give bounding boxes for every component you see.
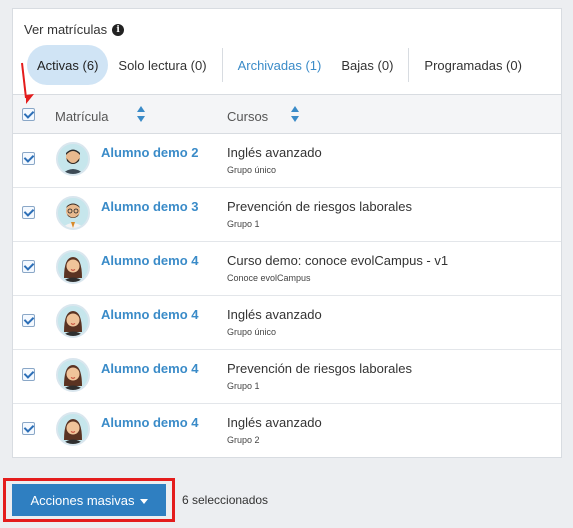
bulk-actions-label: Acciones masivas — [30, 492, 135, 508]
male-glasses-avatar-icon — [56, 196, 90, 230]
sort-matricula-icon[interactable] — [136, 105, 146, 123]
tab-divider — [408, 48, 410, 82]
table-row: Alumno demo 4 Prevención de riesgos labo… — [13, 350, 561, 404]
group-name: Grupo único — [227, 327, 277, 337]
annotation-arrow-icon — [21, 62, 34, 104]
info-icon[interactable]: i — [112, 23, 125, 36]
course-name: Inglés avanzado — [227, 415, 322, 430]
group-name: Grupo 1 — [227, 381, 260, 391]
table-row: Alumno demo 2 Inglés avanzado Grupo únic… — [13, 134, 561, 188]
course-name: Prevención de riesgos laborales — [227, 361, 412, 376]
course-name: Inglés avanzado — [227, 145, 322, 160]
status-tabs: Activas (6) Solo lectura (0) Archivadas … — [27, 45, 532, 85]
female-avatar-icon — [56, 412, 90, 446]
row-checkbox[interactable] — [22, 260, 35, 273]
table-row: Alumno demo 4 Inglés avanzado Grupo únic… — [13, 296, 561, 350]
bulk-actions-button[interactable]: Acciones masivas — [12, 484, 166, 516]
row-checkbox[interactable] — [22, 206, 35, 219]
course-name: Curso demo: conoce evolCampus - v1 — [227, 253, 449, 268]
student-name-link[interactable]: Alumno demo 4 — [101, 253, 199, 268]
column-header-matricula: Matrícula — [55, 109, 109, 124]
tab-bajas[interactable]: Bajas (0) — [331, 45, 403, 85]
male-bearded-avatar-icon — [56, 142, 90, 176]
selected-count-text: 6 seleccionados — [182, 493, 269, 507]
column-header-cursos: Cursos — [227, 109, 269, 124]
student-name-link[interactable]: Alumno demo 4 — [101, 361, 199, 376]
row-checkbox[interactable] — [22, 368, 35, 381]
tab-archivadas[interactable]: Archivadas (1) — [228, 45, 332, 85]
female-avatar-icon — [56, 304, 90, 338]
enrollments-panel: Ver matrículas i Activas (6) Solo lectur… — [12, 8, 562, 94]
group-name: Conoce evolCampus — [227, 273, 311, 283]
tab-programadas[interactable]: Programadas (0) — [414, 45, 532, 85]
table-row: Alumno demo 3 Prevención de riesgos labo… — [13, 188, 561, 242]
female-avatar-icon — [56, 358, 90, 392]
student-name-link[interactable]: Alumno demo 2 — [101, 145, 199, 160]
table-header: Matrícula Cursos — [13, 95, 561, 134]
tab-divider — [221, 48, 223, 82]
row-checkbox[interactable] — [22, 422, 35, 435]
course-name: Prevención de riesgos laborales — [227, 199, 412, 214]
row-checkbox[interactable] — [22, 152, 35, 165]
student-name-link[interactable]: Alumno demo 4 — [101, 307, 199, 322]
group-name: Grupo 1 — [227, 219, 260, 229]
student-name-link[interactable]: Alumno demo 3 — [101, 199, 199, 214]
table-row: Alumno demo 4 Inglés avanzado Grupo 2 — [13, 404, 561, 457]
course-name: Inglés avanzado — [227, 307, 322, 322]
student-name-link[interactable]: Alumno demo 4 — [101, 415, 199, 430]
row-checkbox[interactable] — [22, 314, 35, 327]
caret-down-icon — [139, 498, 148, 504]
group-name: Grupo único — [227, 165, 277, 175]
tab-solo-lectura[interactable]: Solo lectura (0) — [108, 45, 216, 85]
group-name: Grupo 2 — [227, 435, 260, 445]
sort-cursos-icon[interactable] — [290, 105, 300, 123]
enrollments-table: Matrícula Cursos Alumno demo 2 Inglés av… — [12, 94, 562, 458]
table-row: Alumno demo 4 Curso demo: conoce evolCam… — [13, 242, 561, 296]
female-avatar-icon — [56, 250, 90, 284]
